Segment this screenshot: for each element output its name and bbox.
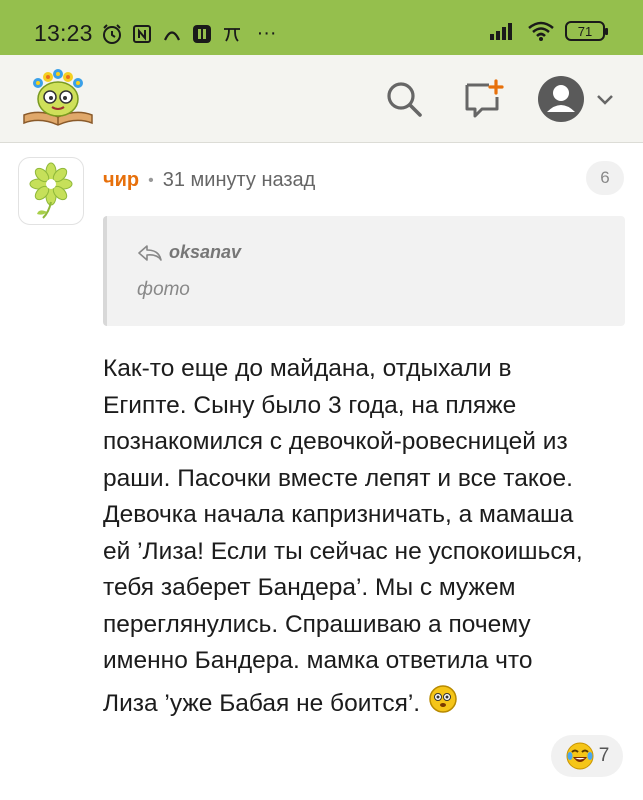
battery-level: 71 [577, 23, 593, 39]
system-status-bar: 13:23 ··· 71 [0, 0, 643, 55]
comment-line: Девочка начала капризничать, а мамаша [103, 501, 574, 528]
search-button[interactable] [380, 75, 428, 123]
more-notifications-indicator: ··· [256, 22, 277, 44]
app-notification-icon [191, 23, 213, 45]
search-icon [387, 82, 422, 117]
comment-time[interactable]: 31 минуту назад [163, 169, 316, 192]
nfc-icon [131, 23, 153, 45]
comment-line: познакомился с девочкой-ровесницей из [103, 428, 568, 455]
comment-line: Лиза ’уже Бабая не боится’. [103, 689, 421, 717]
comment-body: Как-то еще до майдана, отдыхали в Египте… [103, 351, 623, 725]
comment-line: переглянулись. Спрашиваю а почему [103, 610, 531, 638]
user-avatar-icon [538, 76, 584, 122]
quote-header: oksanav [137, 242, 241, 263]
cell-signal-icon [489, 21, 517, 41]
comment-count-badge[interactable]: 6 [586, 161, 624, 195]
reaction-button[interactable]: 7 [551, 735, 623, 777]
laughing-emoji-icon [566, 742, 594, 770]
add-comment-button[interactable] [460, 75, 508, 123]
status-time: 13:23 [34, 20, 93, 46]
alarm-icon [101, 23, 123, 45]
meta-separator: • [148, 171, 154, 189]
reply-arrow-icon [138, 244, 162, 261]
comment-card: чир • 31 минуту назад 6 oksanav фото Как… [0, 143, 643, 800]
wifi-icon [527, 20, 555, 42]
quoted-comment[interactable]: oksanav фото [103, 216, 625, 326]
add-comment-icon [465, 79, 504, 118]
book-character-logo[interactable] [20, 65, 96, 131]
comment-meta: чир • 31 минуту назад [103, 169, 315, 192]
comment-line: Как-то еще до майдана, отдыхали в [103, 355, 512, 382]
comment-line: ей ’Лиза! Если ты сейчас не успокоишься, [103, 537, 583, 565]
comment-last-line: Лиза ’уже Бабая не боится’. [103, 684, 623, 726]
battery-indicator: 71 [565, 21, 608, 41]
chevron-down-icon [597, 95, 613, 105]
scared-emoji-icon [428, 684, 458, 726]
app-header [0, 55, 643, 143]
comment-line: Египте. Сыну было 3 года, на пляже [103, 391, 517, 419]
avatar[interactable] [18, 157, 84, 225]
quote-text: фото [137, 279, 190, 300]
comment-line: тебя заберет Бандера’. Мы с мужем [103, 574, 516, 601]
flower-avatar-icon [29, 162, 73, 219]
arc-icon [161, 23, 183, 45]
comment-author[interactable]: чир [103, 169, 139, 192]
profile-menu-button[interactable] [534, 75, 618, 123]
pi-icon [221, 23, 243, 45]
reaction-count: 7 [598, 745, 610, 766]
comment-line: именно Бандера. мамка ответила что [103, 647, 533, 674]
comment-line: раши. Пасочки вместе лепят и все такое. [103, 464, 573, 492]
quote-author[interactable]: oksanav [169, 242, 241, 263]
